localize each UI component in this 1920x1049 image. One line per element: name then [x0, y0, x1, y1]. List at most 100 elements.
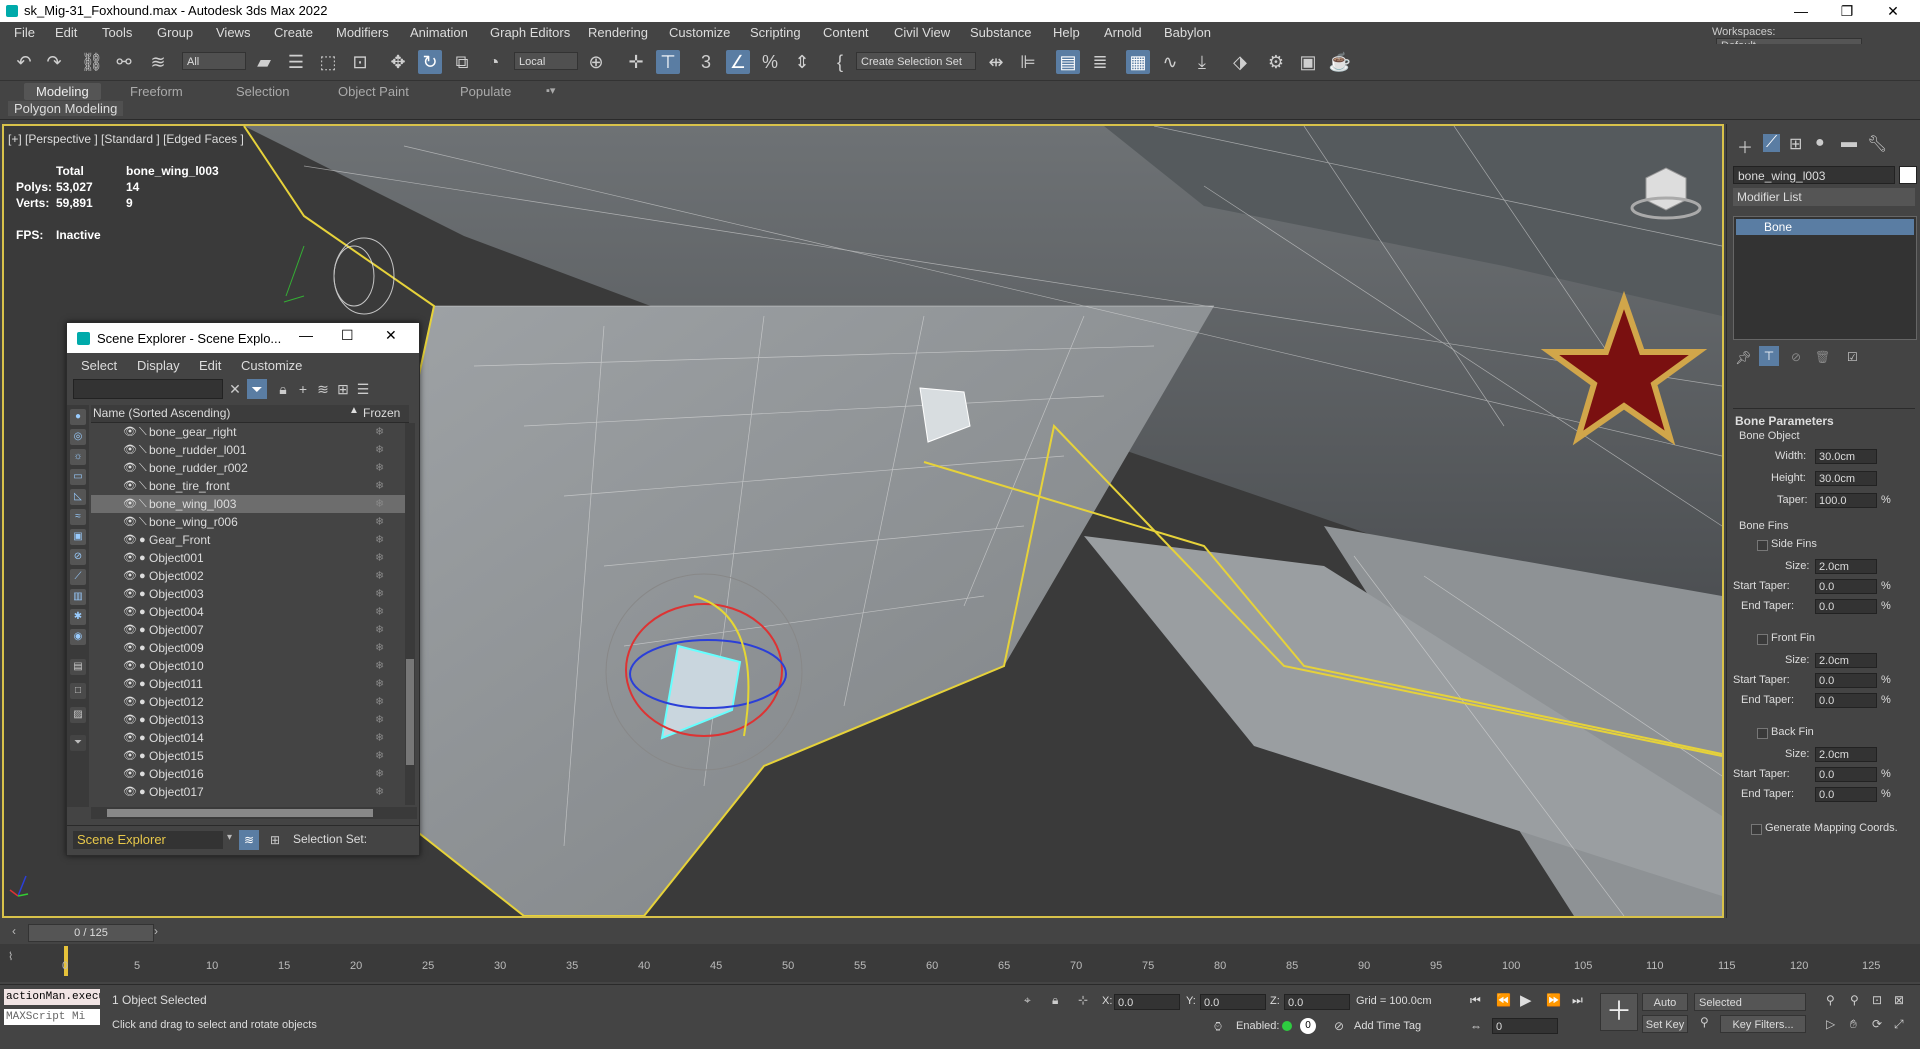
frozen-toggle-icon[interactable]: ❄ [375, 567, 384, 585]
filter-invert-icon[interactable]: ▨ [70, 707, 86, 723]
frozen-toggle-icon[interactable]: ❄ [375, 423, 384, 441]
rect-selection-icon[interactable]: ⬚ [316, 50, 340, 74]
visibility-eye-icon[interactable]: 👁︎ [123, 585, 137, 603]
scene-object-row[interactable]: 👁︎ ● Object016 ❄ [91, 765, 405, 783]
filter-bones-icon[interactable]: ⟋ [70, 569, 86, 585]
time-next-icon[interactable]: › [154, 924, 158, 938]
auto-key-button[interactable]: Auto Key [1642, 993, 1688, 1027]
se-maximize-button[interactable]: ☐ [341, 327, 354, 344]
frozen-toggle-icon[interactable]: ❄ [375, 747, 384, 765]
play-icon[interactable]: ▶ [1520, 991, 1532, 1009]
y-coordinate-field[interactable]: 0.0 [1200, 994, 1266, 1010]
zoom-icon[interactable]: ⚲ [1826, 993, 1835, 1007]
go-to-start-icon[interactable]: ⏮ [1470, 993, 1481, 1008]
menu-edit[interactable]: Edit [55, 25, 77, 40]
key-filters-icon[interactable]: ⚲ [1700, 1015, 1709, 1029]
se-stack-icon[interactable]: ☰ [353, 379, 373, 399]
scene-explorer-titlebar[interactable]: Scene Explorer - Scene Explo... — ☐ ✕ [67, 323, 419, 353]
se-layer-sort-icon[interactable]: ≋ [239, 830, 259, 850]
named-selection-dropdown[interactable]: Create Selection Set [856, 52, 976, 70]
link-icon[interactable]: ⛓ [80, 50, 104, 74]
curve-editor-icon[interactable]: ∿ [1158, 50, 1182, 74]
render-production-icon[interactable]: ☕ [1328, 50, 1352, 74]
stack-item-bone[interactable]: Bone [1736, 219, 1914, 235]
previous-frame-icon[interactable]: ⏪ [1496, 993, 1511, 1007]
hierarchy-tab-icon[interactable]: ⊞ [1789, 134, 1802, 154]
zoom-extents-icon[interactable]: ⊡ [1872, 993, 1882, 1007]
material-editor-icon[interactable]: ⬗ [1228, 50, 1252, 74]
scene-object-row[interactable]: 👁︎ ● Object010 ❄ [91, 657, 405, 675]
keyboard-shortcut-override-icon[interactable]: ⊤ [656, 50, 680, 74]
scale-icon[interactable]: ⧉ [450, 50, 474, 74]
maxscript-mini-listener[interactable]: MAXScript Mi [4, 1009, 100, 1025]
key-mode-dropdown[interactable]: Selected [1694, 993, 1806, 1011]
time-slider[interactable]: 0 / 125 [28, 924, 154, 942]
filter-helpers-icon[interactable]: ◺ [70, 489, 86, 505]
zoom-all-icon[interactable]: ⚲ [1850, 993, 1859, 1007]
key-mode-toggle-icon[interactable]: ⇔ [1470, 1019, 1482, 1033]
filter-groups-icon[interactable]: ▣ [70, 529, 86, 545]
make-unique-icon[interactable]: ⊘ [1791, 350, 1801, 364]
se-dropdown-arrow-icon[interactable]: ▾ [227, 832, 232, 843]
frozen-toggle-icon[interactable]: ❄ [375, 621, 384, 639]
se-menu-display[interactable]: Display [137, 358, 180, 373]
tab-freeform[interactable]: Freeform [118, 83, 195, 100]
scene-explorer-window[interactable]: Scene Explorer - Scene Explo... — ☐ ✕ Se… [66, 322, 420, 856]
display-tab-icon[interactable]: ▬ [1841, 134, 1857, 152]
visibility-eye-icon[interactable]: 👁︎ [123, 531, 137, 549]
scene-object-row[interactable]: 👁︎ ● Gear_Front ❄ [91, 531, 405, 549]
side-start-taper-spinner[interactable]: 0.0 [1815, 579, 1877, 594]
schematic-view-icon[interactable]: ⤓ [1190, 50, 1214, 74]
menu-views[interactable]: Views [216, 25, 250, 40]
se-add-icon[interactable]: + [293, 379, 313, 399]
spinner-snap-icon[interactable]: ⇕ [790, 50, 814, 74]
scene-object-row[interactable]: 👁︎ ⟍ bone_gear_right ❄ [91, 423, 405, 441]
se-horizontal-scroll-thumb[interactable] [107, 809, 373, 817]
width-spinner[interactable]: 30.0cm [1815, 449, 1877, 464]
filter-cameras-icon[interactable]: ▭ [70, 469, 86, 485]
taper-spinner[interactable]: 100.0 [1815, 493, 1877, 508]
menu-modifiers[interactable]: Modifiers [336, 25, 389, 40]
viewport-label[interactable]: [+] [Perspective ] [Standard ] [Edged Fa… [8, 132, 244, 146]
filter-all-icon[interactable]: ▤ [70, 659, 86, 675]
filter-xrefs-icon[interactable]: ⊘ [70, 549, 86, 565]
menu-content[interactable]: Content [823, 25, 869, 40]
menu-help[interactable]: Help [1053, 25, 1080, 40]
scene-object-row[interactable]: 👁︎ ⟍ bone_wing_l003 ❄ [91, 495, 405, 513]
se-menu-customize[interactable]: Customize [241, 358, 302, 373]
object-name-field[interactable]: bone_wing_l003 [1733, 166, 1895, 184]
frozen-toggle-icon[interactable]: ❄ [375, 765, 384, 783]
frozen-toggle-icon[interactable]: ❄ [375, 495, 384, 513]
height-spinner[interactable]: 30.0cm [1815, 471, 1877, 486]
visibility-eye-icon[interactable]: 👁︎ [123, 423, 137, 441]
frozen-toggle-icon[interactable]: ❄ [375, 477, 384, 495]
filter-containers-icon[interactable]: ▥ [70, 589, 86, 605]
rotate-icon[interactable]: ↻ [418, 50, 442, 74]
snap-toggle-icon[interactable]: 3 [694, 50, 718, 74]
object-color-swatch[interactable] [1899, 166, 1917, 184]
window-crossing-icon[interactable]: ⊡ [348, 50, 372, 74]
se-menu-select[interactable]: Select [81, 358, 117, 373]
pan-view-icon[interactable]: ✋︎ [1850, 1017, 1857, 1032]
menu-group[interactable]: Group [157, 25, 193, 40]
filter-spacewarps-icon[interactable]: ≈ [70, 509, 86, 525]
front-size-spinner[interactable]: 2.0cm [1815, 653, 1877, 668]
modifier-list-dropdown[interactable]: Modifier List [1733, 188, 1915, 206]
scene-object-row[interactable]: 👁︎ ⟍ bone_rudder_l001 ❄ [91, 441, 405, 459]
filter-none-icon[interactable]: □ [70, 683, 86, 699]
menu-civil-view[interactable]: Civil View [894, 25, 950, 40]
se-horizontal-scrollbar[interactable] [91, 807, 417, 819]
ribbon-options-icon[interactable]: ▪▾ [534, 83, 567, 98]
visibility-eye-icon[interactable]: 👁︎ [123, 657, 137, 675]
motion-tab-icon[interactable]: ● [1815, 134, 1825, 152]
visibility-eye-icon[interactable]: 👁︎ [123, 729, 137, 747]
selection-filter-dropdown[interactable]: All [182, 52, 246, 70]
isolate-selection-icon[interactable]: ⌖ [1024, 993, 1031, 1008]
scene-object-row[interactable]: 👁︎ ● Object001 ❄ [91, 549, 405, 567]
menu-create[interactable]: Create [274, 25, 313, 40]
menu-arnold[interactable]: Arnold [1104, 25, 1142, 40]
tab-populate[interactable]: Populate [448, 83, 523, 100]
filter-shapes-icon[interactable]: ◎ [70, 429, 86, 445]
scene-object-row[interactable]: 👁︎ ● Object004 ❄ [91, 603, 405, 621]
maxscript-listener-output[interactable]: actionMan.execu [4, 989, 100, 1005]
